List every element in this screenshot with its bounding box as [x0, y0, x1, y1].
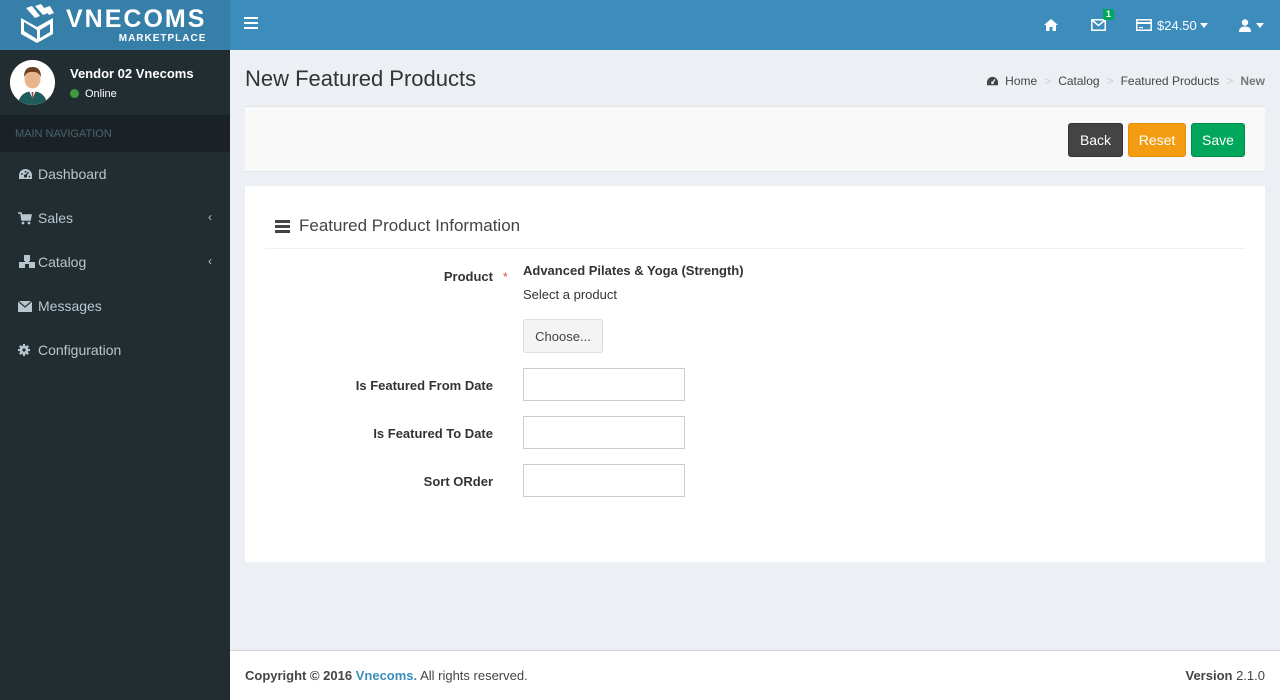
cart-icon: [18, 211, 38, 225]
user-panel: Vendor 02 Vnecoms Online: [0, 50, 230, 115]
version-label: Version: [1185, 668, 1233, 683]
from-date-label: Is Featured From Date: [355, 378, 493, 393]
copyright-text: Copyright © 2016: [245, 668, 353, 683]
breadcrumb-home[interactable]: Home: [1005, 74, 1037, 88]
from-date-input[interactable]: [523, 368, 685, 401]
sidebar-item-dashboard[interactable]: Dashboard: [0, 152, 230, 196]
actions-toolbar: Back Reset Save: [245, 106, 1265, 172]
rights-text: All rights reserved.: [420, 668, 528, 683]
to-date-label: Is Featured To Date: [373, 426, 493, 441]
nav-header: MAIN NAVIGATION: [0, 115, 230, 152]
hamburger-icon: [244, 17, 258, 19]
dashboard-icon: [18, 168, 38, 181]
sidebar-toggle-button[interactable]: [244, 17, 258, 31]
sort-order-label: Sort ORder: [423, 474, 493, 489]
user-menu-dropdown[interactable]: [1239, 0, 1264, 50]
selected-product-name: Advanced Pilates & Yoga (Strength): [523, 263, 744, 278]
dashboard-icon: [987, 76, 999, 85]
sidebar-item-configuration[interactable]: Configuration: [0, 328, 230, 372]
user-status-label: Online: [85, 87, 117, 100]
save-button[interactable]: Save: [1191, 123, 1245, 157]
home-icon: [1044, 19, 1058, 31]
avatar: [10, 60, 55, 105]
caret-down-icon: [1199, 22, 1208, 28]
sidebar-item-catalog[interactable]: Catalog ‹: [0, 240, 230, 284]
product-hint: Select a product: [523, 287, 617, 302]
user-icon: [1239, 18, 1251, 32]
messages-button[interactable]: 1: [1091, 0, 1121, 50]
vnecoms-logo-icon: [21, 4, 54, 43]
chevron-left-icon: ‹: [208, 254, 212, 268]
envelope-icon: [1091, 19, 1106, 31]
sidebar-item-sales[interactable]: Sales ‹: [0, 196, 230, 240]
to-date-input[interactable]: [523, 416, 685, 449]
product-label: Product: [443, 269, 493, 284]
envelope-icon: [18, 300, 38, 312]
sidebar-item-messages[interactable]: Messages: [0, 284, 230, 328]
gear-icon: [18, 344, 38, 356]
caret-down-icon: [1256, 22, 1264, 28]
version-value: 2.1.0: [1236, 668, 1265, 683]
balance-amount: $24.50: [1157, 17, 1197, 33]
balance-dropdown[interactable]: $24.50: [1136, 0, 1208, 50]
sidebar-item-label: Configuration: [38, 342, 122, 358]
breadcrumb: Home > Catalog > Featured Products > New: [986, 74, 1265, 88]
reset-button[interactable]: Reset: [1128, 123, 1186, 157]
brand-title: VNECOMS: [66, 4, 207, 33]
page-title: New Featured Products: [245, 66, 477, 91]
user-avatar-icon: [10, 60, 55, 105]
home-button[interactable]: [1044, 0, 1058, 50]
breadcrumb-featured-products[interactable]: Featured Products: [1121, 74, 1220, 88]
breadcrumb-current: New: [1240, 74, 1265, 88]
main-content: New Featured Products Home > Catalog > F…: [230, 50, 1280, 650]
required-mark: *: [503, 270, 508, 284]
footer: Copyright © 2016 Vnecoms. All rights res…: [230, 650, 1280, 700]
cubes-icon: [18, 255, 38, 269]
sidebar-item-label: Messages: [38, 298, 102, 314]
top-navbar: 1 $24.50: [230, 0, 1280, 50]
credit-card-icon: [1136, 19, 1152, 31]
vnecoms-link[interactable]: Vnecoms.: [356, 668, 417, 683]
breadcrumb-catalog[interactable]: Catalog: [1058, 74, 1099, 88]
back-button[interactable]: Back: [1068, 123, 1123, 157]
sort-order-input[interactable]: [523, 464, 685, 497]
logo[interactable]: VNECOMS MARKETPLACE: [0, 0, 230, 50]
featured-product-form: Featured Product Information Product * A…: [245, 186, 1265, 562]
sidebar: VNECOMS MARKETPLACE Vendor 02 Vnecoms On…: [0, 0, 230, 700]
user-status: Online: [70, 88, 194, 100]
messages-count-badge: 1: [1103, 9, 1115, 20]
sidebar-item-label: Sales: [38, 210, 74, 226]
sidebar-item-label: Catalog: [38, 254, 87, 270]
divider: [265, 248, 1245, 249]
sidebar-item-label: Dashboard: [38, 166, 107, 182]
user-name: Vendor 02 Vnecoms: [70, 65, 194, 81]
list-icon: [275, 219, 290, 233]
brand-subtitle: MARKETPLACE: [118, 32, 207, 44]
section-title: Featured Product Information: [275, 216, 520, 236]
chevron-left-icon: ‹: [208, 210, 212, 224]
online-status-icon: [70, 89, 79, 98]
choose-product-button[interactable]: Choose...: [523, 319, 603, 353]
